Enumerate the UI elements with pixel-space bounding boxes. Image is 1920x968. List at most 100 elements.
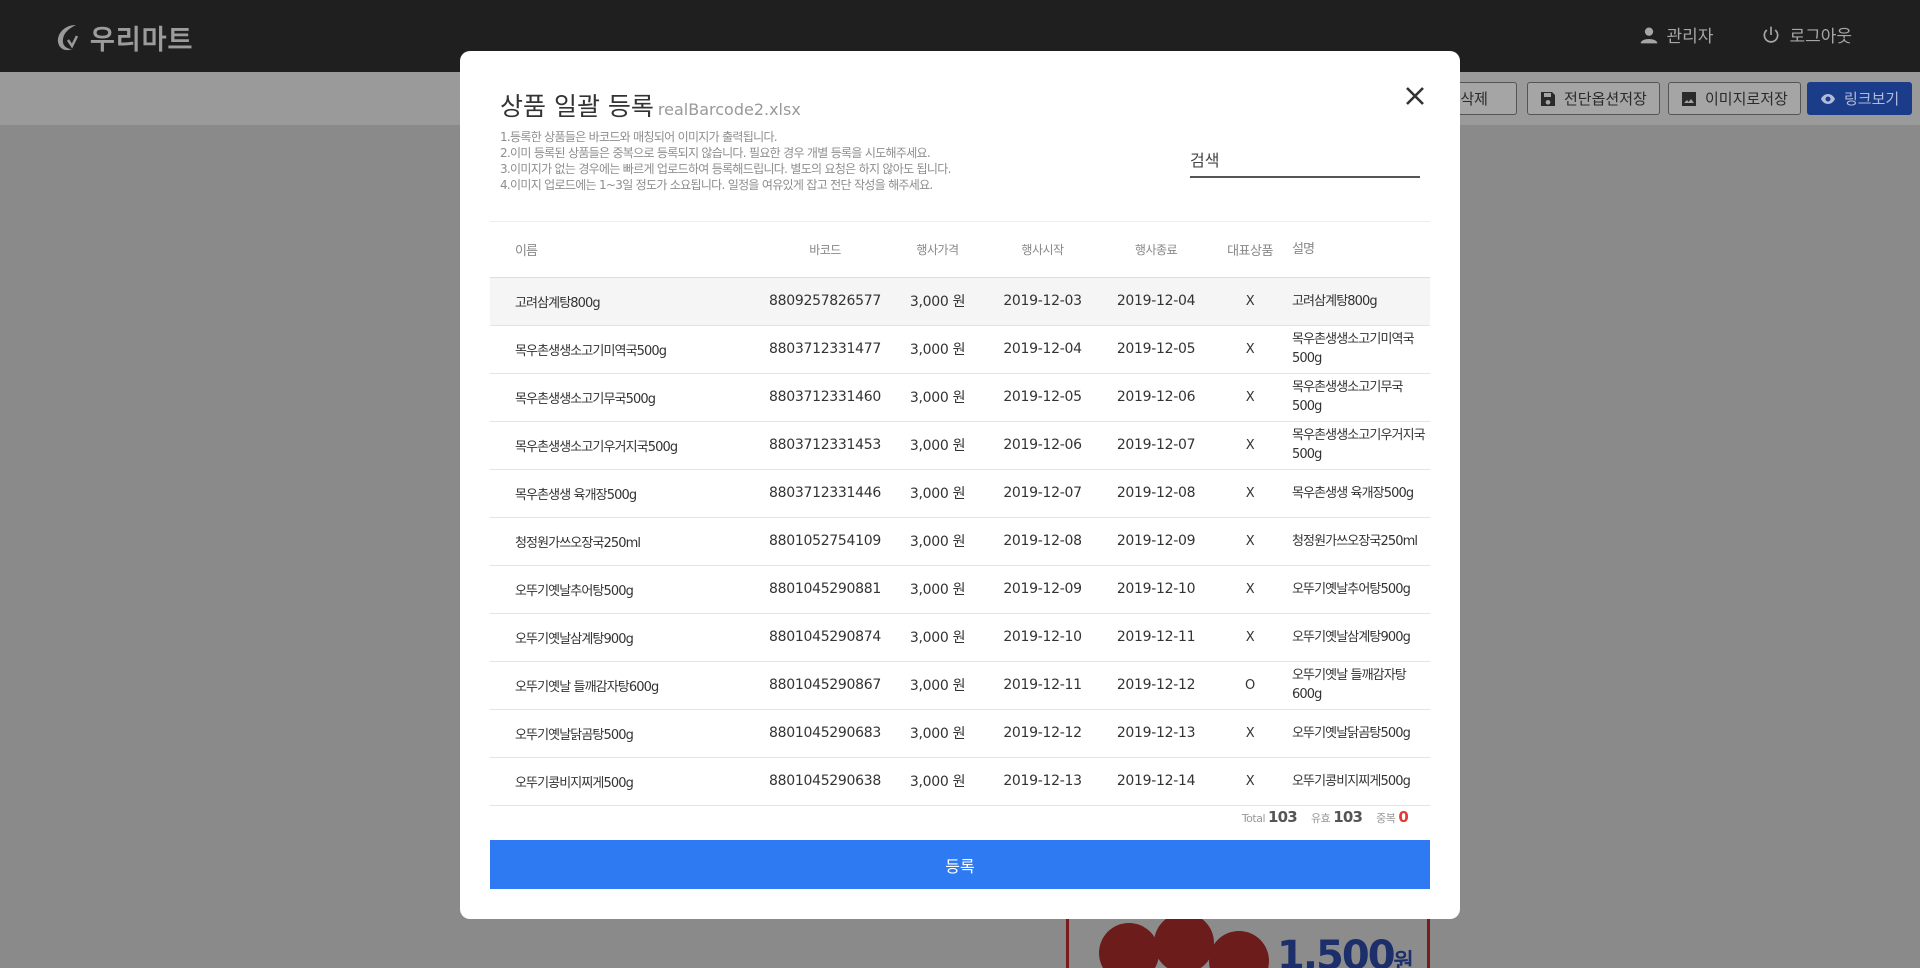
duplicate-count: 0 xyxy=(1398,808,1408,826)
cell-representative: X xyxy=(1212,613,1288,662)
cell-representative: X xyxy=(1212,373,1288,422)
upload-summary: Total 103 유효 103 중복 0 xyxy=(1241,808,1409,826)
cell-barcode: 8803712331453 xyxy=(760,421,890,470)
power-icon xyxy=(1763,26,1779,43)
cell-description: 고려삼계탕800g xyxy=(1288,277,1430,326)
cell-start-date: 2019-12-05 xyxy=(985,373,1100,422)
table-row[interactable]: 오뚜기콩비지찌게500g 8801045290638 3,000 원 2019-… xyxy=(490,757,1430,806)
table-row[interactable]: 청정원가쓰오장국250ml 8801052754109 3,000 원 2019… xyxy=(490,517,1430,566)
bulk-register-modal: 상품 일괄 등록 realBarcode2.xlsx 1.등록한 상품들은 바코… xyxy=(460,51,1460,919)
cell-name: 오뚜기옛날닭곰탕500g xyxy=(490,709,760,758)
cell-start-date: 2019-12-04 xyxy=(985,325,1100,374)
total-count: 103 xyxy=(1268,808,1298,826)
table-row[interactable]: 오뚜기옛날 들깨감자탕600g 8801045290867 3,000 원 20… xyxy=(490,661,1430,710)
save-options-button[interactable]: 전단옵션저장 xyxy=(1527,82,1660,115)
cell-end-date: 2019-12-04 xyxy=(1100,277,1212,326)
close-icon xyxy=(1406,87,1424,105)
cell-price: 3,000 원 xyxy=(890,709,985,758)
cell-barcode: 8803712331446 xyxy=(760,469,890,518)
register-button[interactable]: 등록 xyxy=(490,840,1430,889)
cell-description: 오뚜기옛날추어탕500g xyxy=(1288,565,1430,614)
cell-start-date: 2019-12-08 xyxy=(985,517,1100,566)
brand-name: 우리마트 xyxy=(90,25,194,56)
cell-start-date: 2019-12-13 xyxy=(985,757,1100,806)
view-link-button[interactable]: 링크보기 xyxy=(1807,82,1913,115)
cell-start-date: 2019-12-10 xyxy=(985,613,1100,662)
column-header-representative[interactable]: 대표상품 xyxy=(1212,222,1288,278)
table-row[interactable]: 고려삼계탕800g 8809257826577 3,000 원 2019-12-… xyxy=(490,277,1430,326)
cell-price: 3,000 원 xyxy=(890,565,985,614)
file-name: realBarcode2.xlsx xyxy=(657,100,801,119)
cell-end-date: 2019-12-12 xyxy=(1100,661,1212,710)
product-table-container[interactable]: 이름 바코드 행사가격 행사시작 행사종료 대표상품 설명 고려삼계탕800g … xyxy=(490,221,1430,852)
table-row[interactable]: 목우촌생생소고기무국500g 8803712331460 3,000 원 201… xyxy=(490,373,1430,422)
cell-start-date: 2019-12-09 xyxy=(985,565,1100,614)
cell-description: 오뚜기콩비지찌게500g xyxy=(1288,757,1430,806)
column-header-end[interactable]: 행사종료 xyxy=(1100,222,1212,278)
cell-barcode: 8801045290638 xyxy=(760,757,890,806)
cell-representative: X xyxy=(1212,709,1288,758)
cell-barcode: 8801045290683 xyxy=(760,709,890,758)
image-icon xyxy=(1682,91,1696,106)
cell-representative: X xyxy=(1212,325,1288,374)
column-header-description[interactable]: 설명 xyxy=(1288,222,1430,278)
cell-start-date: 2019-12-07 xyxy=(985,469,1100,518)
apple-image xyxy=(1099,923,1159,968)
column-header-barcode[interactable]: 바코드 xyxy=(760,222,890,278)
column-header-price[interactable]: 행사가격 xyxy=(890,222,985,278)
summary-valid: 유효 103 xyxy=(1310,808,1363,826)
valid-count: 103 xyxy=(1333,808,1363,826)
cell-name: 오뚜기옛날 들깨감자탕600g xyxy=(490,661,760,710)
cell-barcode: 8809257826577 xyxy=(760,277,890,326)
cell-barcode: 8801052754109 xyxy=(760,517,890,566)
notice-line: 4.이미지 업로드에는 1~3일 정도가 소요됩니다. 일정을 여유있게 잡고 … xyxy=(500,178,933,192)
valid-label: 유효 xyxy=(1310,812,1331,825)
apple-image xyxy=(1209,931,1269,968)
user-icon xyxy=(1640,27,1657,43)
admin-label: 관리자 xyxy=(1666,27,1714,47)
column-header-name[interactable]: 이름 xyxy=(490,222,760,278)
table-row[interactable]: 오뚜기옛날삼계탕900g 8801045290874 3,000 원 2019-… xyxy=(490,613,1430,662)
table-row[interactable]: 오뚜기옛날추어탕500g 8801045290881 3,000 원 2019-… xyxy=(490,565,1430,614)
column-header-start[interactable]: 행사시작 xyxy=(985,222,1100,278)
cell-end-date: 2019-12-07 xyxy=(1100,421,1212,470)
logo-icon xyxy=(57,24,79,50)
save-image-button[interactable]: 이미지로저장 xyxy=(1668,82,1801,115)
brand[interactable]: 우리마트 xyxy=(54,18,193,57)
cell-name: 목우촌생생소고기무국500g xyxy=(490,373,760,422)
cell-price: 3,000 원 xyxy=(890,661,985,710)
cell-price: 3,000 원 xyxy=(890,325,985,374)
cell-price: 3,000 원 xyxy=(890,277,985,326)
logout-link[interactable]: 로그아웃 xyxy=(1761,22,1852,47)
cell-end-date: 2019-12-10 xyxy=(1100,565,1212,614)
cell-description: 청정원가쓰오장국250ml xyxy=(1288,517,1430,566)
admin-link[interactable]: 관리자 xyxy=(1639,22,1714,47)
cell-description: 목우촌생생소고기우거지국500g xyxy=(1288,421,1430,470)
modal-title: 상품 일괄 등록 xyxy=(500,92,654,121)
cell-start-date: 2019-12-11 xyxy=(985,661,1100,710)
cell-name: 오뚜기콩비지찌게500g xyxy=(490,757,760,806)
cell-representative: X xyxy=(1212,277,1288,326)
table-row[interactable]: 오뚜기옛날닭곰탕500g 8801045290683 3,000 원 2019-… xyxy=(490,709,1430,758)
cell-price: 3,000 원 xyxy=(890,469,985,518)
cell-name: 목우촌생생소고기우거지국500g xyxy=(490,421,760,470)
notice-line: 3.이미지가 없는 경우에는 빠르게 업로드하여 등록해드립니다. 별도의 요청… xyxy=(500,162,951,176)
cell-representative: X xyxy=(1212,469,1288,518)
cell-price: 3,000 원 xyxy=(890,517,985,566)
cell-representative: X xyxy=(1212,517,1288,566)
cell-start-date: 2019-12-03 xyxy=(985,277,1100,326)
notice-list: 1.등록한 상품들은 바코드와 매칭되어 이미지가 출력됩니다. 2.이미 등록… xyxy=(500,129,970,193)
table-header-row: 이름 바코드 행사가격 행사시작 행사종료 대표상품 설명 xyxy=(490,222,1430,278)
cell-description: 목우촌생생소고기미역국500g xyxy=(1288,325,1430,374)
duplicate-label: 중복 xyxy=(1376,812,1396,825)
table-row[interactable]: 목우촌생생소고기미역국500g 8803712331477 3,000 원 20… xyxy=(490,325,1430,374)
close-button[interactable] xyxy=(1400,81,1430,111)
cell-start-date: 2019-12-12 xyxy=(985,709,1100,758)
cell-description: 목우촌생생 육개장500g xyxy=(1288,469,1430,518)
total-label: Total xyxy=(1241,812,1266,825)
search-input[interactable] xyxy=(1190,151,1420,170)
table-row[interactable]: 목우촌생생 육개장500g 8803712331446 3,000 원 2019… xyxy=(490,469,1430,518)
cell-price: 3,000 원 xyxy=(890,373,985,422)
cell-price: 3,000 원 xyxy=(890,757,985,806)
table-row[interactable]: 목우촌생생소고기우거지국500g 8803712331453 3,000 원 2… xyxy=(490,421,1430,470)
